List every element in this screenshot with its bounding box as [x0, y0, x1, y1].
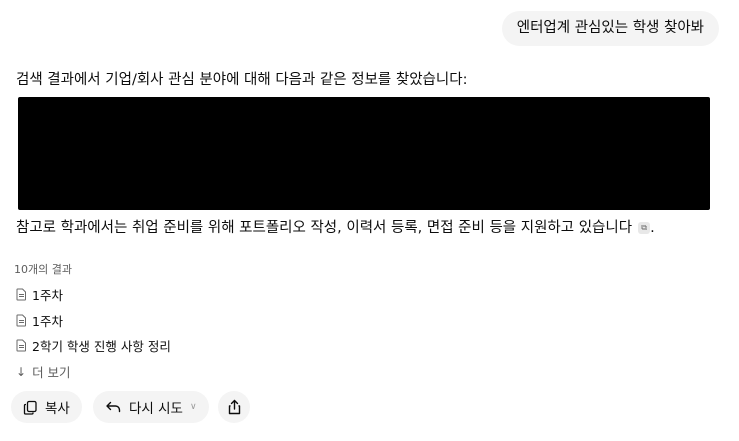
source-item[interactable]: 1주차 [16, 311, 63, 330]
redacted-content-block [18, 97, 710, 210]
document-icon [16, 288, 26, 301]
document-icon [16, 314, 26, 327]
source-title: 2학기 학생 진행 사항 정리 [32, 339, 171, 354]
copy-label: 복사 [45, 401, 70, 417]
response-support-text: 참고로 학과에서는 취업 준비를 위해 포트폴리오 작성, 이력서 등록, 면접… [16, 220, 633, 236]
results-count-label: 10개의 결과 [14, 263, 72, 276]
citation-icon[interactable]: ⧉ [638, 222, 651, 234]
source-item[interactable]: 2학기 학생 진행 사항 정리 [16, 336, 171, 355]
source-item[interactable]: 1주차 [16, 285, 63, 304]
share-icon [228, 399, 240, 415]
source-title: 1주차 [32, 288, 63, 303]
retry-button[interactable]: 다시 시도 ∨ [93, 391, 209, 423]
retry-arrow-icon [106, 401, 121, 413]
show-more-label: 더 보기 [32, 365, 71, 380]
show-more-button[interactable]: ↓ 더 보기 [16, 362, 71, 381]
chevron-down-icon: ∨ [189, 402, 197, 412]
user-message-bubble: 엔터업계 관심있는 학생 찾아봐 [501, 11, 719, 46]
arrow-down-icon: ↓ [16, 364, 27, 379]
share-button[interactable] [218, 391, 250, 423]
copy-button[interactable]: 복사 [11, 391, 82, 423]
source-title: 1주차 [32, 314, 63, 329]
document-icon [16, 339, 26, 352]
trailing-period: . [650, 220, 655, 236]
retry-label: 다시 시도 [129, 401, 183, 417]
response-intro-text: 검색 결과에서 기업/회사 관심 분야에 대해 다음과 같은 정보를 찾았습니다… [16, 72, 468, 88]
response-support-paragraph: 참고로 학과에서는 취업 준비를 위해 포트폴리오 작성, 이력서 등록, 면접… [16, 218, 655, 238]
copy-icon [23, 400, 37, 415]
